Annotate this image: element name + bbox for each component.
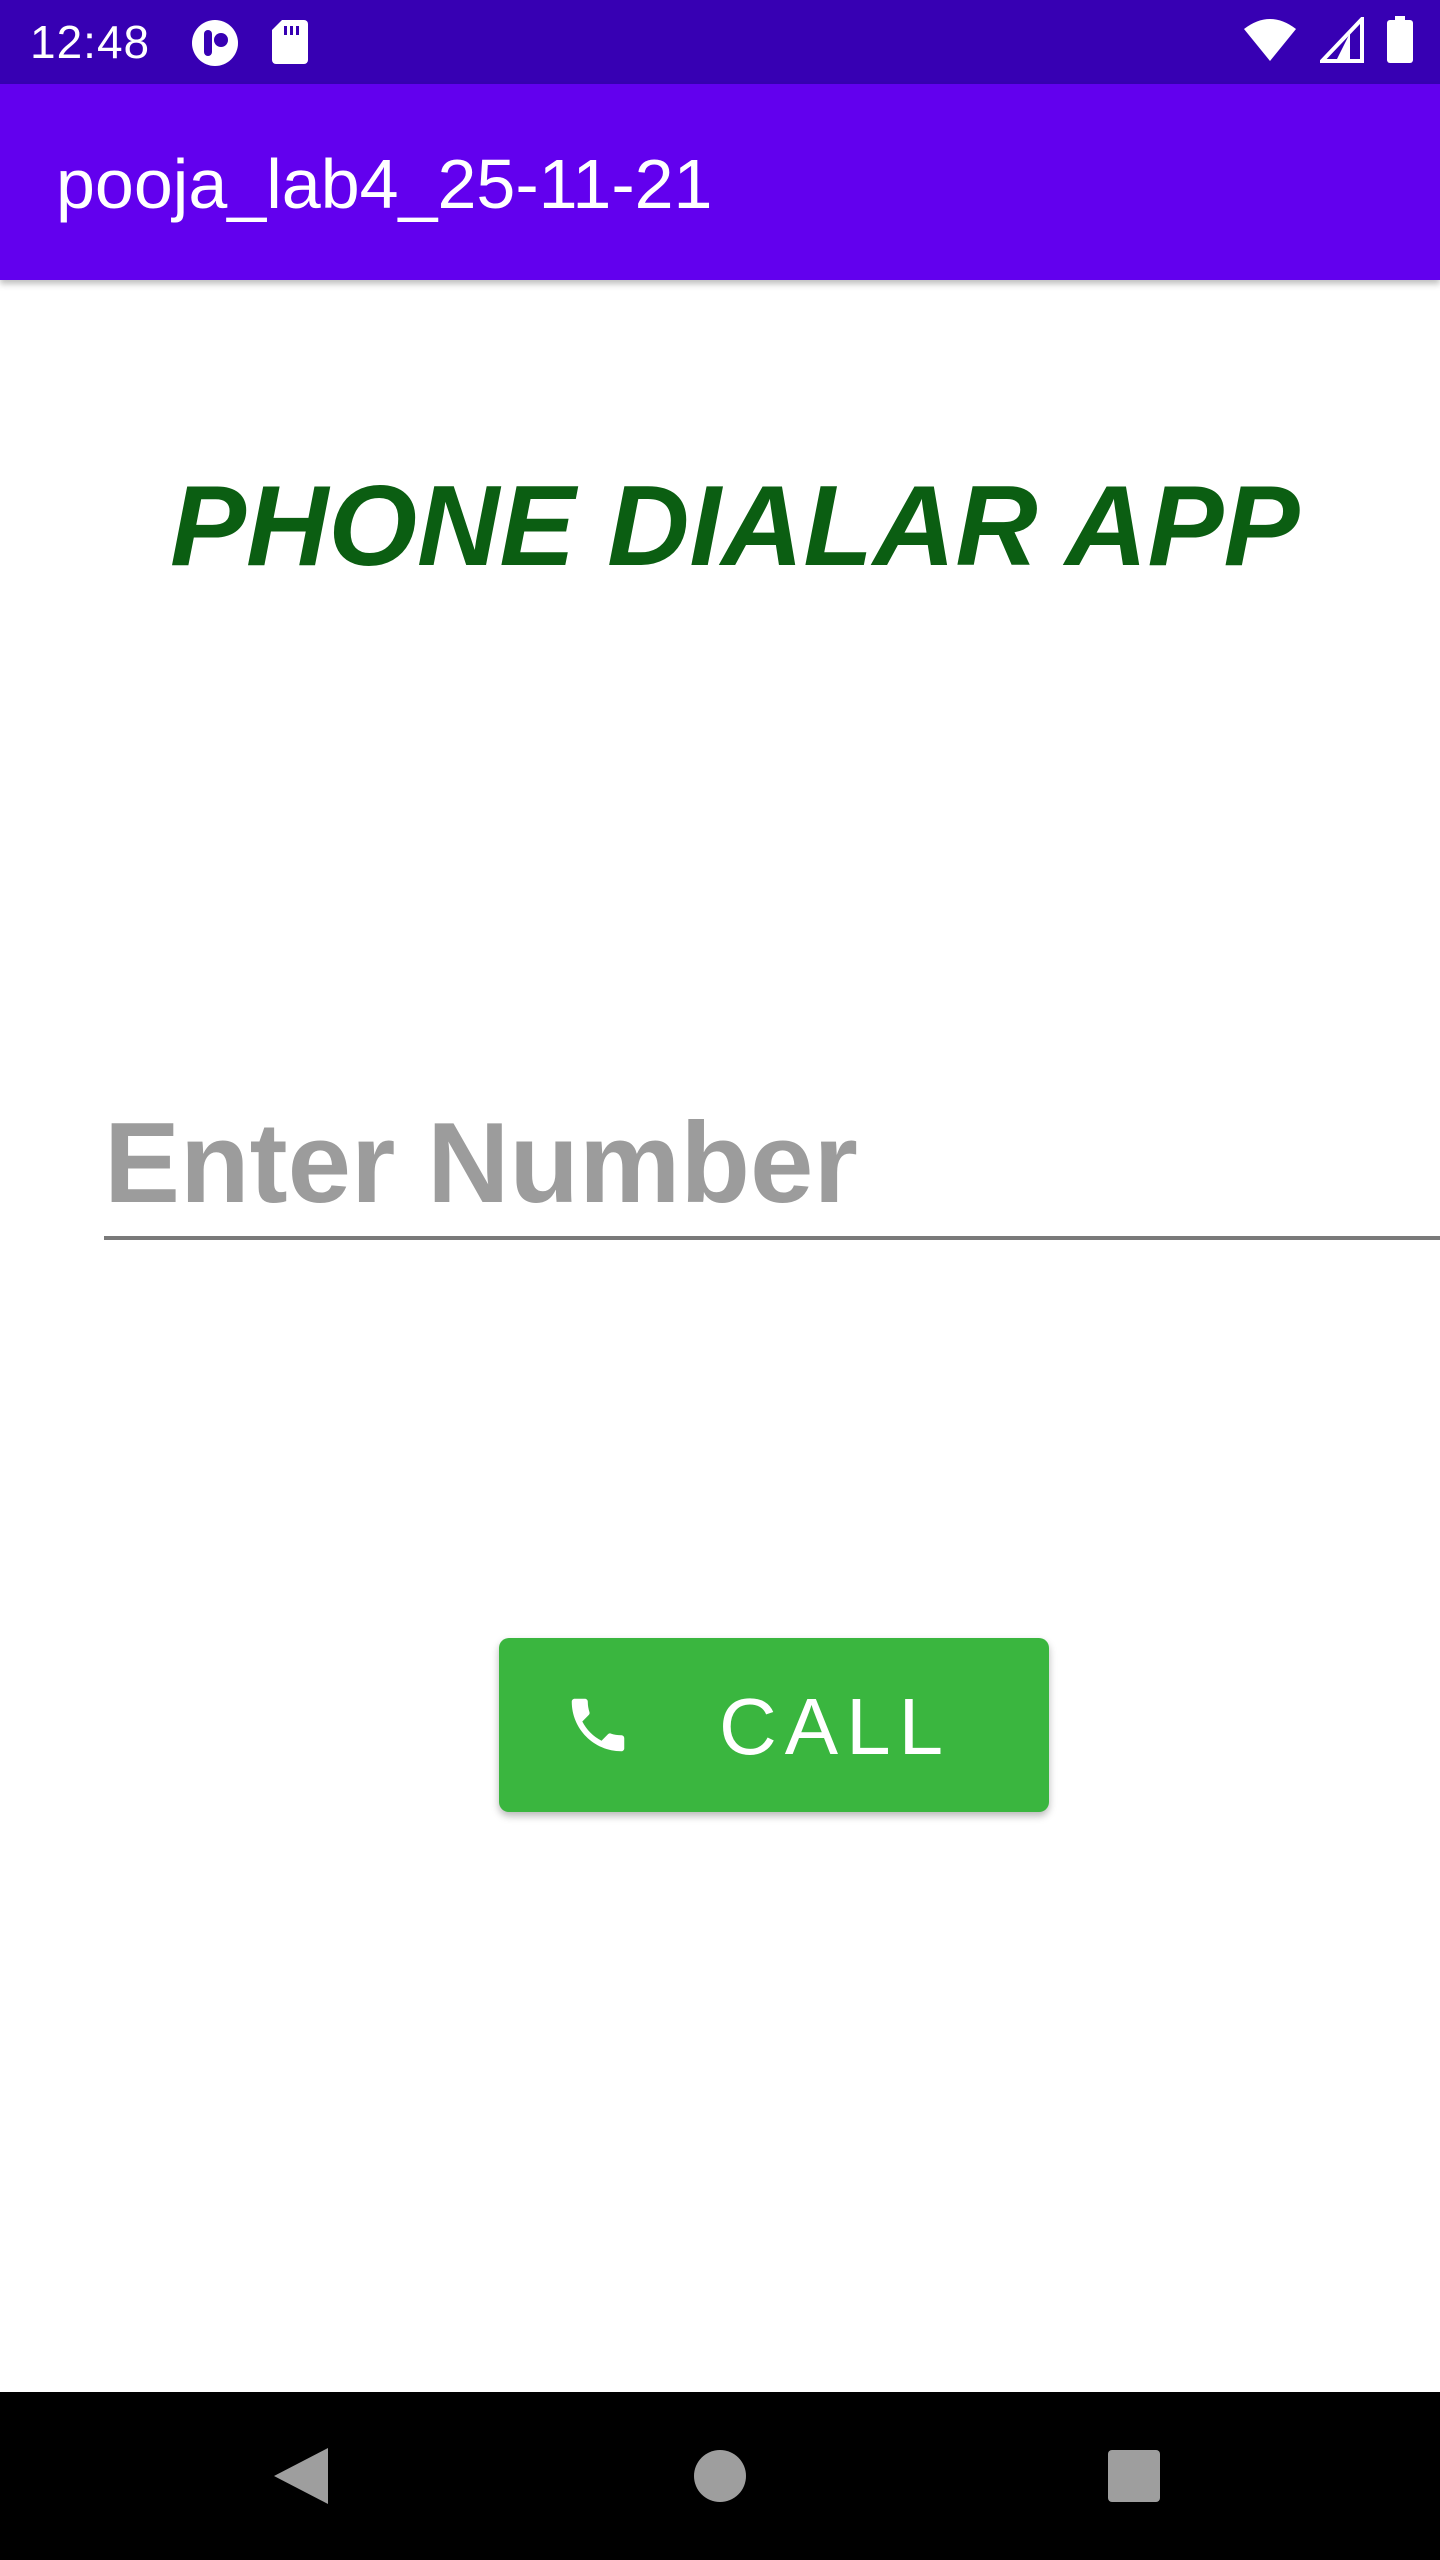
back-icon[interactable]: [260, 2436, 340, 2516]
cell-signal-icon: [1317, 14, 1364, 68]
recents-icon[interactable]: [1094, 2436, 1174, 2516]
app-bar: pooja_lab4_25-11-21: [0, 84, 1440, 280]
call-button-label: CALL: [719, 1682, 952, 1771]
call-button[interactable]: CALL: [499, 1638, 1049, 1812]
status-right-icons: [1242, 14, 1414, 69]
app-title: pooja_lab4_25-11-21: [56, 145, 713, 223]
navigation-bar: [0, 2392, 1440, 2560]
status-left-icons: [190, 18, 310, 73]
screen: 12:48 pooja_lab4_25-11-21 PHONE DIALAR A…: [0, 0, 1440, 2560]
wifi-icon: [1242, 17, 1298, 68]
battery-icon: [1386, 16, 1414, 69]
status-time: 12:48: [30, 16, 151, 68]
home-icon[interactable]: [680, 2436, 760, 2516]
sd-card-icon: [270, 18, 310, 73]
phone-icon: [563, 1690, 633, 1760]
page-heading: PHONE DIALAR APP: [170, 463, 1300, 590]
phone-number-input[interactable]: [104, 1090, 1440, 1240]
app-notification-icon: [190, 18, 240, 73]
status-bar: 12:48: [0, 0, 1440, 84]
